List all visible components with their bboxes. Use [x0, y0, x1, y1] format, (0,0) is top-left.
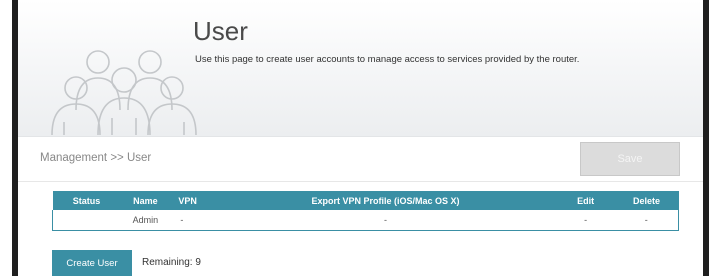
remaining-count: Remaining: 9 [142, 257, 201, 268]
divider [18, 181, 703, 182]
user-table: Status Name VPN Export VPN Profile (iOS/… [52, 191, 679, 231]
column-header-status: Status [72, 195, 101, 206]
column-header-vpn: VPN [178, 195, 197, 206]
cell-delete: - [614, 210, 679, 231]
table-header-row: Status Name VPN Export VPN Profile (iOS/… [52, 191, 679, 210]
column-header-export-vpn-profile: Export VPN Profile (iOS/Mac OS X) [311, 195, 460, 206]
save-button[interactable]: Save [580, 142, 680, 176]
cell-edit: - [556, 210, 615, 231]
cell-vpn: - [170, 210, 215, 231]
page-description: Use this page to create user accounts to… [195, 54, 580, 65]
page-header: User Use this page to create user accoun… [18, 0, 703, 137]
cell-export-vpn-profile: - [214, 210, 557, 231]
column-header-edit: Edit [577, 195, 595, 206]
column-header-delete: Delete [633, 195, 661, 206]
breadcrumb: Management >> User [40, 152, 152, 164]
create-user-button[interactable]: Create User [52, 250, 132, 276]
table-row: Admin - - - - [52, 210, 679, 231]
page-title: User [193, 16, 248, 46]
cell-name: Admin [120, 210, 171, 231]
cell-status [52, 210, 121, 231]
users-group-icon [51, 50, 197, 135]
column-header-name: Name [133, 195, 158, 206]
app-frame: User Use this page to create user accoun… [12, 0, 709, 276]
